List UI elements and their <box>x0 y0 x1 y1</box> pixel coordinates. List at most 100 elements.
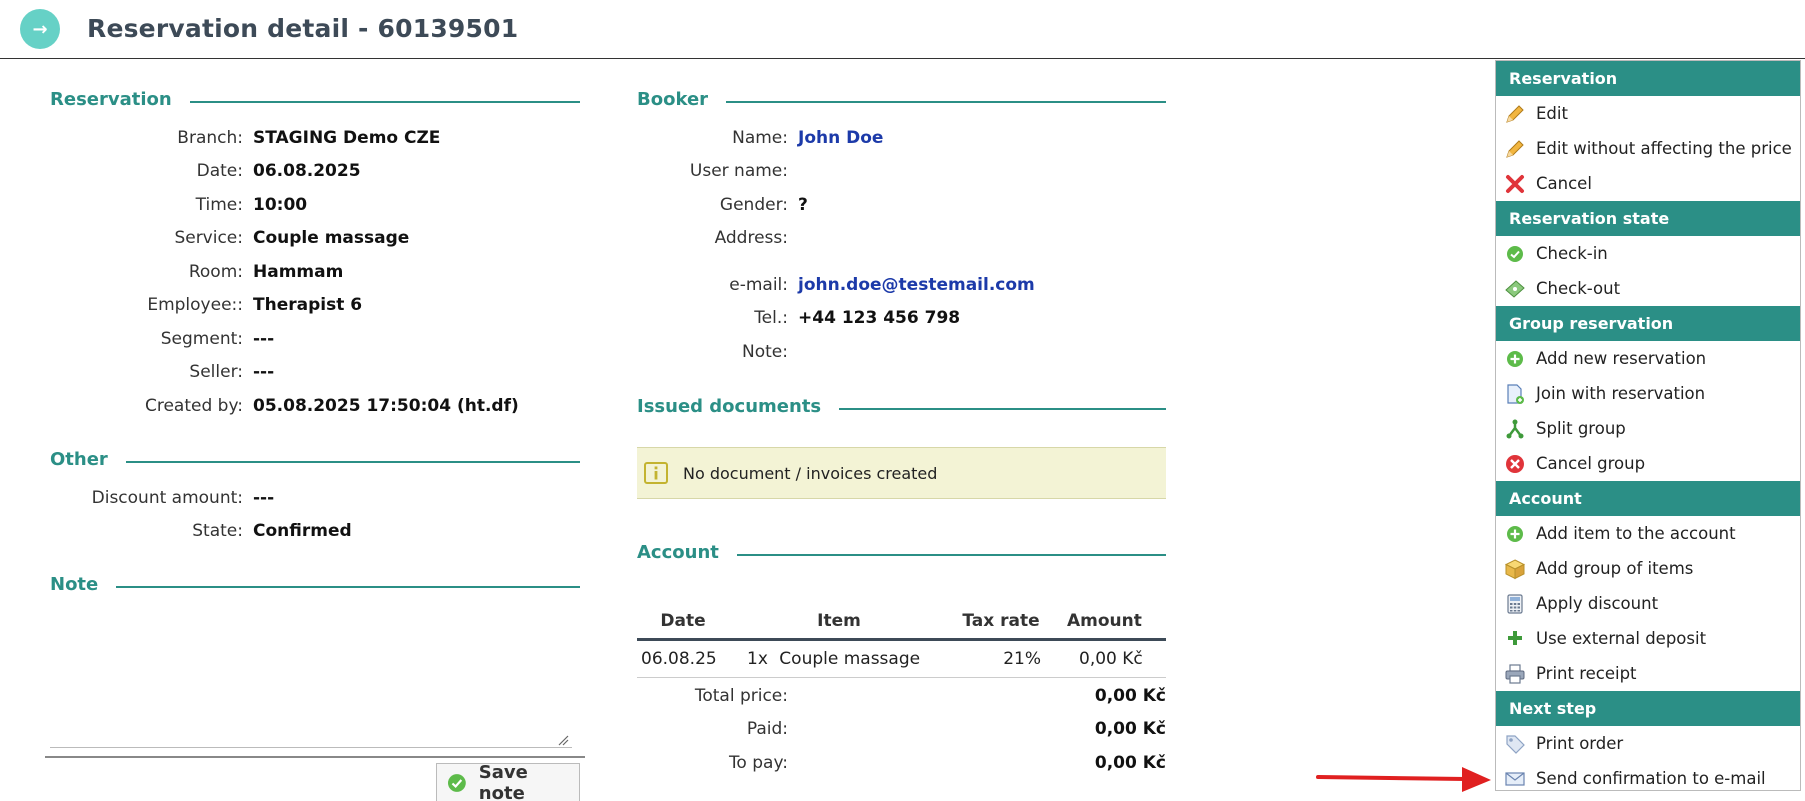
panel-header-account: Account <box>1496 481 1800 516</box>
section-account: Account <box>637 542 1166 566</box>
section-title: Note <box>50 574 117 595</box>
field-label: Discount amount: <box>91 488 243 508</box>
action-label: Add item to the account <box>1536 524 1736 543</box>
pencil-icon <box>1506 104 1524 123</box>
action-apply-discount[interactable]: Apply discount <box>1496 586 1800 621</box>
section-title: Reservation <box>50 89 190 110</box>
field-label: Time: <box>195 195 243 215</box>
field-label: User name: <box>689 161 788 181</box>
field-label: Name: <box>732 128 788 148</box>
calculator-icon <box>1507 593 1523 614</box>
total-price-value: 0,00 Kč <box>1094 686 1166 706</box>
field-value: --- <box>253 362 275 382</box>
action-label: Join with reservation <box>1536 384 1706 403</box>
action-print-receipt[interactable]: Print receipt <box>1496 656 1800 691</box>
booker-email-link[interactable]: john.doe@testemail.com <box>798 275 1035 295</box>
ticket-icon <box>1505 279 1525 298</box>
back-arrow-button[interactable]: → <box>20 9 60 49</box>
table-row[interactable]: 06.08.25 1x Couple massage 21% 0,00 Kč <box>637 639 1166 678</box>
field-label: Room: <box>188 262 243 282</box>
field-value: STAGING Demo CZE <box>253 128 441 148</box>
action-label: Print order <box>1536 734 1624 753</box>
action-label: Check-out <box>1536 279 1621 298</box>
document-add-icon <box>1507 383 1524 404</box>
plus-icon <box>1508 630 1522 645</box>
action-edit-without-price[interactable]: Edit without affecting the price <box>1496 131 1800 166</box>
field-label: State: <box>192 521 243 541</box>
field-label: Branch: <box>177 128 243 148</box>
action-add-item-to-account[interactable]: Add item to the account <box>1496 516 1800 551</box>
action-label: Check-in <box>1536 244 1608 263</box>
cell-qty: 1x <box>747 648 768 669</box>
action-split-group[interactable]: Split group <box>1496 411 1800 446</box>
panel-header-next-step: Next step <box>1496 691 1800 726</box>
no-documents-text: No document / invoices created <box>683 463 938 483</box>
action-label: Add group of items <box>1536 559 1694 578</box>
col-amount: Amount <box>1053 605 1166 641</box>
to-pay-value: 0,00 Kč <box>1094 753 1166 773</box>
resize-grip-icon[interactable] <box>557 734 569 746</box>
field-label: Gender: <box>719 195 788 215</box>
col-item: Item <box>729 605 949 641</box>
field-value: Couple massage <box>253 228 410 248</box>
red-x-circle-icon <box>1506 454 1524 473</box>
note-textarea[interactable] <box>50 598 572 748</box>
action-join-with-reservation[interactable]: Join with reservation <box>1496 376 1800 411</box>
envelope-icon <box>1505 771 1525 786</box>
action-label: Apply discount <box>1536 594 1659 613</box>
section-booker: Booker <box>637 89 1166 113</box>
field-label: Created by: <box>144 396 243 416</box>
split-icon <box>1506 419 1524 438</box>
field-label: Address: <box>714 228 788 248</box>
action-cancel-group[interactable]: Cancel group <box>1496 446 1800 481</box>
action-add-new-reservation[interactable]: Add new reservation <box>1496 341 1800 376</box>
action-label: Cancel <box>1536 174 1592 193</box>
cell-amount: 0,00 Kč <box>1053 639 1166 678</box>
account-table: Date Item Tax rate Amount 06.08.25 1x Co… <box>637 605 1166 678</box>
section-title: Other <box>50 449 126 470</box>
action-cancel[interactable]: Cancel <box>1496 166 1800 201</box>
action-label: Print receipt <box>1536 664 1637 683</box>
field-label: Segment: <box>160 329 243 349</box>
tag-icon <box>1506 734 1525 754</box>
pencil-icon <box>1506 139 1524 158</box>
field-label: Note: <box>742 342 788 362</box>
action-check-in[interactable]: Check-in <box>1496 236 1800 271</box>
field-value: --- <box>253 488 275 508</box>
panel-header-reservation-state: Reservation state <box>1496 201 1800 236</box>
field-value: 05.08.2025 17:50:04 (ht.df) <box>253 396 519 416</box>
field-value: +44 123 456 798 <box>798 308 961 328</box>
action-check-out[interactable]: Check-out <box>1496 271 1800 306</box>
section-reservation: Reservation <box>50 89 580 113</box>
action-send-confirmation-email[interactable]: Send confirmation to e-mail <box>1496 761 1800 796</box>
box-icon <box>1504 558 1526 579</box>
panel-header-group-reservation: Group reservation <box>1496 306 1800 341</box>
paid-label: Paid: <box>746 719 788 739</box>
action-label: Add new reservation <box>1536 349 1707 368</box>
field-label: Service: <box>174 228 243 248</box>
col-tax-rate: Tax rate <box>949 605 1053 641</box>
field-value: Hammam <box>253 262 344 282</box>
info-icon <box>644 462 668 484</box>
paid-value: 0,00 Kč <box>1094 719 1166 739</box>
no-documents-notice: No document / invoices created <box>637 447 1166 499</box>
cell-date: 06.08.25 <box>637 639 729 678</box>
booker-name-link[interactable]: John Doe <box>798 128 883 148</box>
note-divider <box>45 756 585 758</box>
page-header: → Reservation detail - 60139501 <box>0 0 1805 59</box>
action-use-external-deposit[interactable]: Use external deposit <box>1496 621 1800 656</box>
total-label: Total price: <box>694 686 788 706</box>
action-label: Edit without affecting the price <box>1536 139 1792 158</box>
green-plus-circle-icon <box>1507 525 1523 542</box>
section-divider <box>50 586 580 588</box>
action-print-order[interactable]: Print order <box>1496 726 1800 761</box>
cell-item-name: Couple massage <box>779 648 921 669</box>
field-value: 06.08.2025 <box>253 161 361 181</box>
save-note-button[interactable]: Save note <box>436 762 580 801</box>
cell-item: 1x Couple massage <box>729 639 949 678</box>
action-label: Cancel group <box>1536 454 1646 473</box>
action-edit[interactable]: Edit <box>1496 96 1800 131</box>
action-label: Split group <box>1536 419 1626 438</box>
action-add-group-of-items[interactable]: Add group of items <box>1496 551 1800 586</box>
green-check-icon <box>1507 245 1523 262</box>
